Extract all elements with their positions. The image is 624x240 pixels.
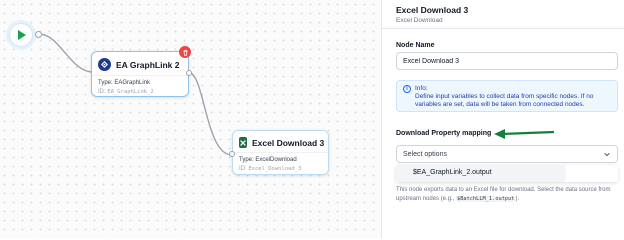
mapping-dropdown: $EA_GraphLink_2.output [396, 165, 618, 182]
node-output-handle[interactable] [186, 70, 192, 76]
node-header: Excel Download 3 [233, 131, 328, 152]
mapping-label: Download Property mapping [396, 130, 492, 137]
chevron-down-icon [604, 152, 610, 157]
node-input-handle[interactable] [229, 151, 235, 157]
play-icon [18, 30, 26, 40]
info-icon: i [403, 85, 411, 93]
panel-subtitle: Excel Download [396, 17, 443, 24]
edge-ea-to-excel [187, 71, 233, 156]
node-type: Type: ExcelDownload [239, 157, 297, 163]
select-placeholder: Select options [403, 150, 447, 158]
workflow-canvas[interactable]: EA GraphLink 2 Type: EAGraphLink ID: EA_… [0, 0, 381, 238]
node-type: Type: EAGraphLink [98, 80, 151, 86]
node-id-prefix: ID: [239, 166, 249, 172]
trash-icon [182, 49, 188, 56]
excel-icon [239, 137, 247, 148]
node-id: ID: EA_GraphLink_2 [98, 88, 182, 97]
node-id-value: Excel_Download_3 [248, 166, 302, 172]
node-name-input[interactable] [396, 52, 618, 70]
info-header: i Info: [403, 85, 611, 93]
node-ea-graphlink[interactable]: EA GraphLink 2 Type: EAGraphLink ID: EA_… [91, 51, 192, 97]
edge-start-to-ea [38, 33, 94, 73]
ea-graphlink-icon [98, 58, 111, 71]
node-title: EA GraphLink 2 [116, 59, 180, 70]
help-text-end: ). [515, 195, 520, 202]
node-details: Type: EAGraphLink ID: EA_GraphLink_2 [92, 75, 188, 97]
node-title: Excel Download 3 [252, 137, 325, 148]
node-header: EA GraphLink 2 [92, 52, 188, 75]
mapping-select[interactable]: Select options [396, 145, 618, 163]
start-node[interactable] [9, 23, 33, 47]
panel-title: Excel Download 3 [396, 5, 469, 15]
info-title: Info: [415, 85, 428, 92]
node-id-prefix: ID: [98, 89, 108, 95]
start-output-handle[interactable] [35, 31, 42, 38]
dropdown-option[interactable]: $EA_GraphLink_2.output [396, 165, 566, 182]
edges-layer [38, 33, 233, 156]
delete-node-button[interactable] [179, 46, 191, 58]
node-excel-download[interactable]: Excel Download 3 Type: ExcelDownload ID:… [229, 130, 329, 175]
info-box: i Info: Define input variables to collec… [396, 80, 618, 112]
node-id-value: EA_GraphLink_2 [107, 89, 154, 95]
node-name-label: Node Name [396, 42, 435, 49]
panel-header: Excel Download 3 Excel Download [382, 0, 624, 29]
help-text: This node exports data to an Excel file … [396, 186, 616, 203]
node-settings-panel: Excel Download 3 Excel Download Node Nam… [381, 0, 624, 238]
info-text: Define input variables to collect data f… [415, 93, 594, 108]
help-code: $BatchLLM_1.output [456, 195, 516, 202]
node-id: ID: Excel_Download_3 [239, 165, 322, 174]
node-details: Type: ExcelDownload ID: Excel_Download_3 [233, 152, 328, 174]
